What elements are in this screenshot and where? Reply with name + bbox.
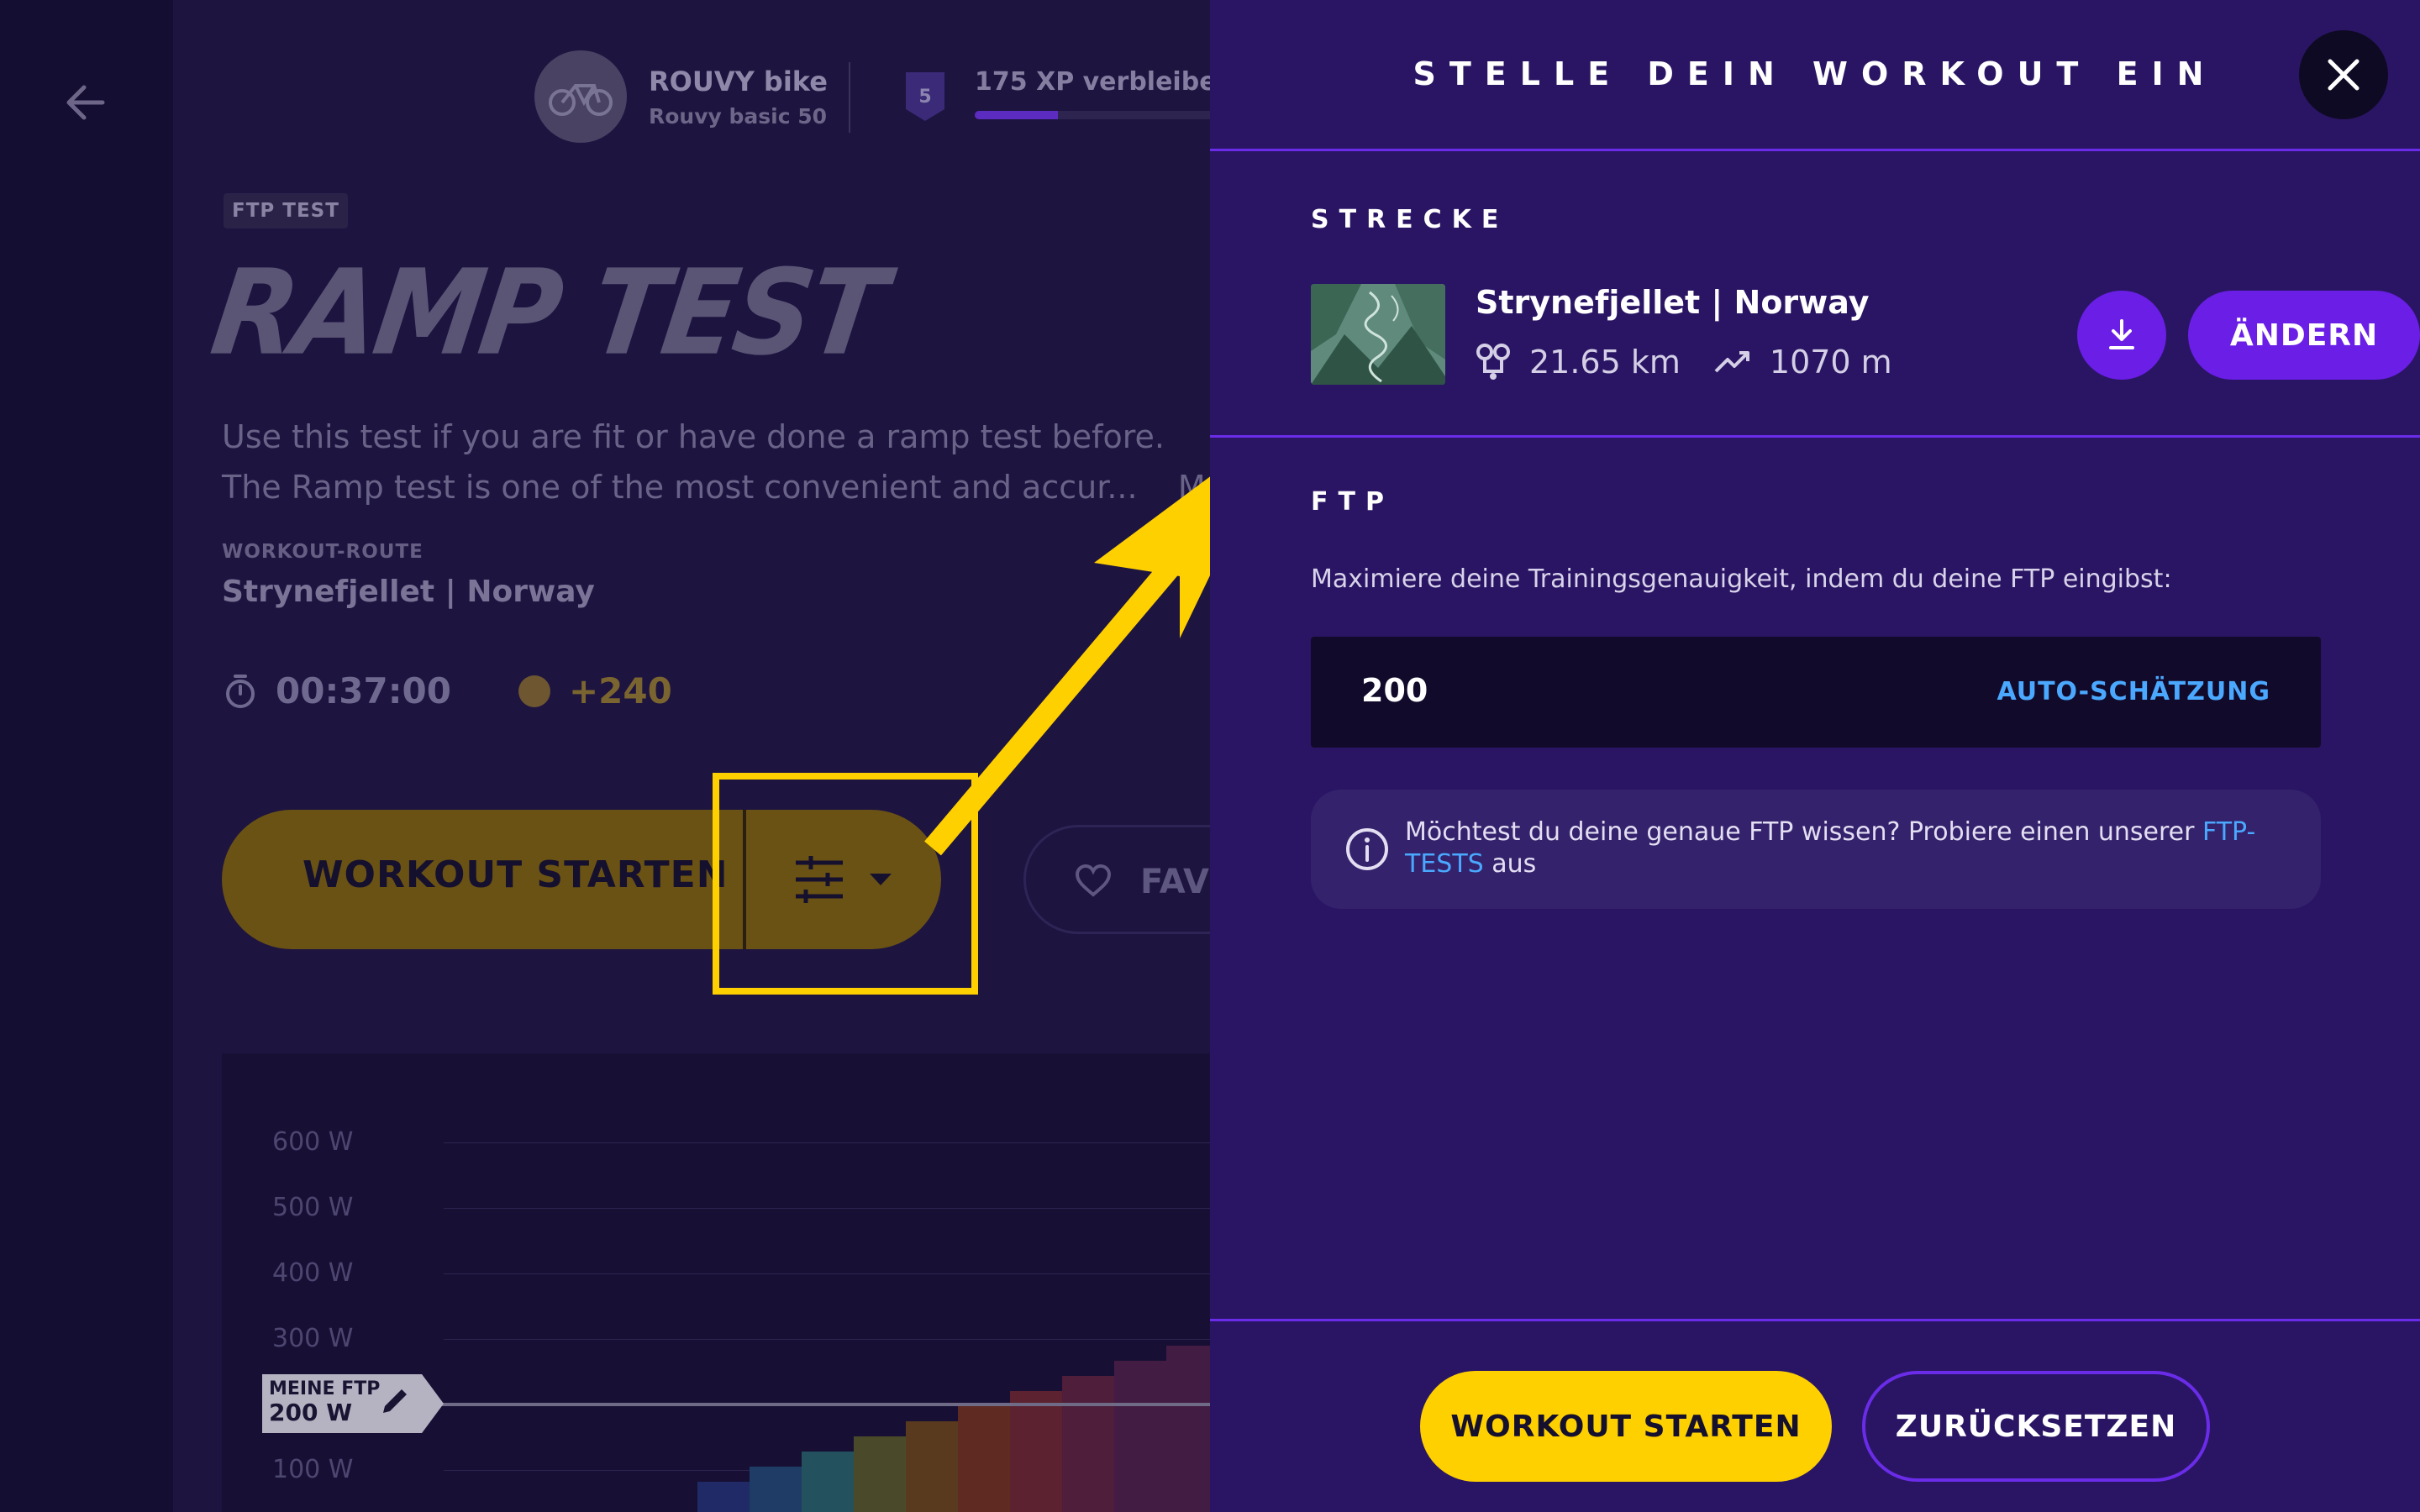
- change-route-button[interactable]: ÄNDERN: [2188, 291, 2420, 380]
- ramp-step: [1062, 1376, 1114, 1512]
- settings-highlight-box: [713, 773, 978, 995]
- close-icon: [2328, 59, 2360, 91]
- duration: 00:37:00: [276, 670, 451, 711]
- ftp-section-label: FTP: [1311, 487, 1394, 517]
- reset-button[interactable]: ZURÜCKSETZEN: [1862, 1371, 2210, 1482]
- pencil-icon: [383, 1389, 407, 1413]
- ramp-step: [1114, 1361, 1166, 1512]
- footer-divider: [1210, 1319, 2420, 1321]
- info-text-suffix: aus: [1483, 849, 1537, 879]
- panel-header: STELLE DEIN WORKOUT EIN: [1210, 0, 2420, 151]
- more-link[interactable]: Mehr: [1178, 469, 1210, 506]
- ramp-step: [802, 1452, 854, 1512]
- workout-detail-page: ROUVY bike Rouvy basic 50 5 175 XP verbl…: [0, 0, 1210, 1512]
- header-divider: [849, 62, 850, 133]
- left-rail: [0, 0, 173, 1512]
- route-meta: 21.65 km 1070 m: [1476, 343, 1892, 381]
- workout-description: Use this test if you are fit or have don…: [222, 412, 1210, 512]
- elevation-icon: [1714, 351, 1749, 373]
- bike-name: ROUVY bike: [649, 65, 828, 97]
- route-row: Strynefjellet | Norway 21.65 km 1070 m Ä…: [1311, 284, 2420, 385]
- power-chart: 600 W 500 W 400 W 300 W 100 W MEINE FTP …: [222, 1053, 1210, 1512]
- heart-icon: [1075, 864, 1112, 897]
- ftp-info-box: Möchtest du deine genaue FTP wissen? Pro…: [1311, 790, 2321, 909]
- route-title: Strynefjellet | Norway: [1476, 284, 1870, 321]
- xp-progress-fill: [975, 111, 1058, 119]
- workout-stats: 00:37:00 +240: [222, 670, 672, 711]
- xp-remaining: 175 XP verbleibend: [975, 67, 1210, 97]
- route-section-label: STRECKE: [1311, 205, 1509, 234]
- start-workout-button[interactable]: WORKOUT STARTEN: [302, 853, 729, 896]
- ftp-input[interactable]: [1361, 672, 1697, 709]
- workout-route-name: Strynefjellet | Norway: [222, 575, 595, 609]
- section-divider: [1210, 435, 2420, 438]
- route-caption: WORKOUT-ROUTE: [222, 541, 424, 563]
- ramp-step: [697, 1482, 750, 1512]
- favorite-label: FAVO: [1140, 863, 1210, 901]
- close-button[interactable]: [2299, 30, 2388, 119]
- info-text-main: Möchtest du deine genaue FTP wissen? Pro…: [1405, 817, 2202, 847]
- ftp-marker-value: 200 W: [269, 1399, 353, 1426]
- ftp-marker[interactable]: MEINE FTP 200 W: [262, 1374, 444, 1433]
- start-workout-button-panel[interactable]: WORKOUT STARTEN: [1420, 1371, 1832, 1482]
- bicycle-icon: [534, 50, 627, 143]
- route-pin-icon: [1476, 344, 1510, 380]
- ftp-line: [356, 1403, 1210, 1406]
- description-line-1: Use this test if you are fit or have don…: [222, 418, 1165, 455]
- user-profile[interactable]: ROUVY bike Rouvy basic 50: [534, 50, 828, 143]
- route-elevation: 1070 m: [1769, 344, 1892, 381]
- workout-tag: FTP TEST: [224, 193, 348, 228]
- favorite-button[interactable]: FAVO: [1023, 825, 1210, 934]
- ramp-step: [906, 1421, 958, 1512]
- ramp-step: [958, 1406, 1010, 1512]
- workout-title: RAMP TEST: [203, 244, 892, 382]
- ramp-step: [1010, 1391, 1062, 1512]
- level-number: 5: [918, 87, 931, 108]
- ramp-step: [750, 1467, 802, 1512]
- xp-reward: +240: [568, 670, 672, 711]
- workout-settings-panel: STELLE DEIN WORKOUT EIN STRECKE Strynefj…: [1210, 0, 2420, 1512]
- ftp-hint: Maximiere deine Trainingsgenauigkeit, in…: [1311, 564, 2172, 594]
- auto-estimate-link[interactable]: AUTO-SCHÄTZUNG: [1996, 677, 2270, 706]
- route-thumbnail: [1311, 284, 1445, 385]
- route-distance: 21.65 km: [1529, 344, 1681, 381]
- coin-icon: [518, 675, 550, 707]
- ramp-step: [854, 1436, 906, 1512]
- panel-title: STELLE DEIN WORKOUT EIN: [1413, 55, 2217, 92]
- back-arrow-icon[interactable]: [60, 77, 111, 128]
- ftp-field: AUTO-SCHÄTZUNG: [1311, 637, 2321, 748]
- level-badge-icon: 5: [904, 71, 946, 123]
- plan-name: Rouvy basic 50: [649, 103, 828, 129]
- ramp-steps: [697, 1346, 1210, 1512]
- info-icon: [1346, 828, 1388, 870]
- ftp-marker-label: MEINE FTP: [269, 1378, 381, 1399]
- download-icon: [2109, 319, 2134, 349]
- xp-progress-bar: [975, 111, 1210, 119]
- ramp-step: [1166, 1346, 1210, 1512]
- ftp-info-text: Möchtest du deine genaue FTP wissen? Pro…: [1405, 816, 2296, 880]
- description-line-2: The Ramp test is one of the most conveni…: [222, 469, 1138, 506]
- download-route-button[interactable]: [2077, 291, 2166, 380]
- timer-icon: [226, 674, 255, 708]
